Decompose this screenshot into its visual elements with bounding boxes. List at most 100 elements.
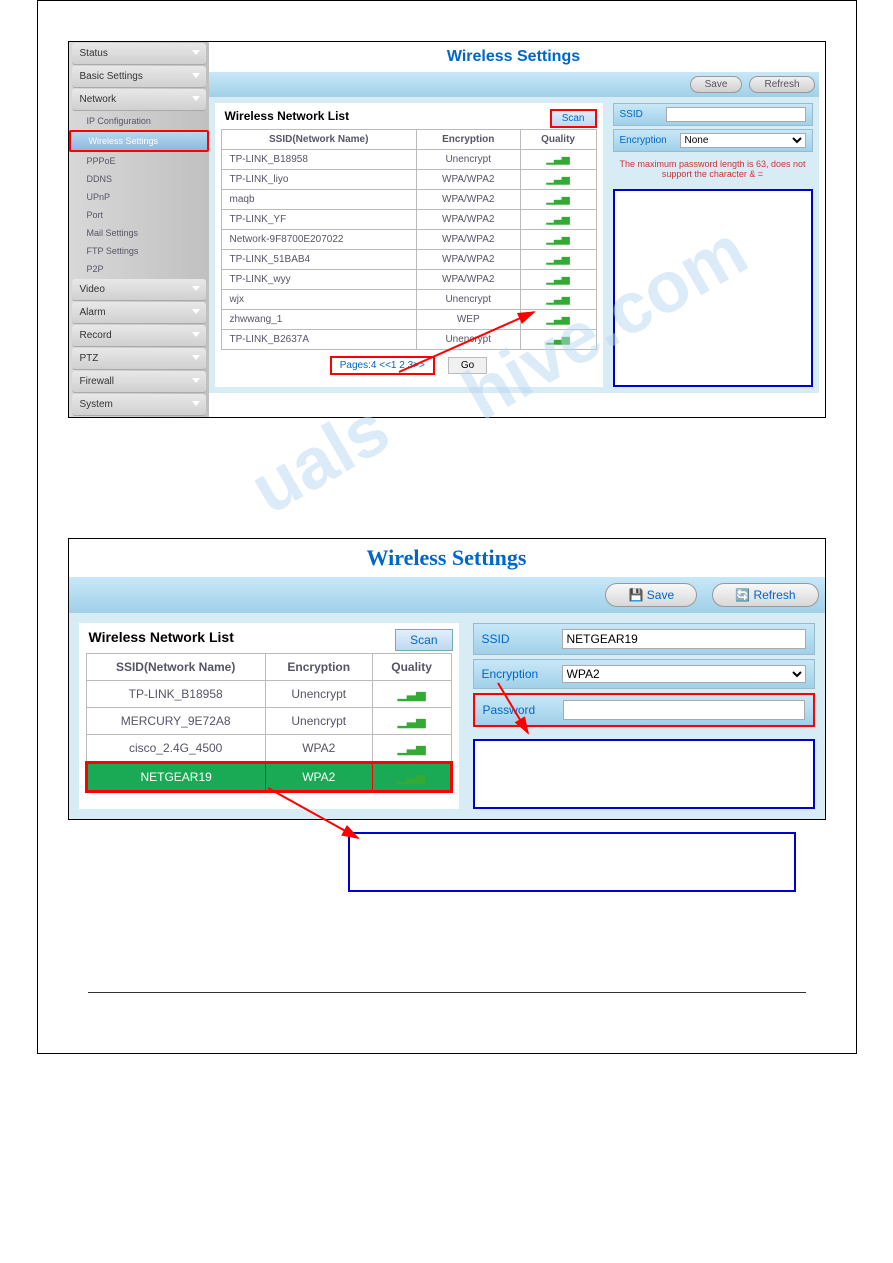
signal-icon: ▁▃▅	[398, 714, 426, 728]
sidebar-sub-port[interactable]: Port	[69, 206, 209, 224]
sidebar-item-record[interactable]: Record	[72, 325, 206, 347]
encryption-cell: Unencrypt	[265, 708, 372, 735]
table-row[interactable]: TP-LINK_B18958Unencrypt ▁▃▅	[221, 150, 596, 170]
encryption-select[interactable]: WPA2	[562, 665, 806, 683]
ssid-cell: cisco_2.4G_4500	[86, 735, 265, 763]
wireless-table: SSID(Network Name)EncryptionQuality TP-L…	[85, 653, 453, 793]
table-row[interactable]: NETGEAR19WPA2▁▃▅	[86, 763, 451, 792]
encryption-cell: WPA/WPA2	[416, 230, 520, 250]
signal-icon: ▁▃▅	[397, 770, 425, 784]
encryption-cell: WPA/WPA2	[416, 190, 520, 210]
encryption-cell: Unencrypt	[416, 290, 520, 310]
quality-cell: ▁▃▅	[372, 735, 451, 763]
signal-icon: ▁▃▅	[546, 274, 569, 285]
table-row[interactable]: TP-LINK_YFWPA/WPA2▁▃▅	[221, 210, 596, 230]
callout-box-below	[348, 832, 796, 892]
signal-icon: ▁▃▅	[398, 687, 426, 701]
config-panel: SSID Encryption None The maximum passwor…	[613, 103, 813, 387]
table-header: Quality	[520, 130, 596, 150]
password-label: Password	[483, 703, 563, 717]
encryption-cell: WPA/WPA2	[416, 170, 520, 190]
quality-cell: ▁▃▅	[520, 330, 596, 350]
encryption-cell: WPA2	[265, 735, 372, 763]
table-header: Quality	[372, 654, 451, 681]
table-row[interactable]: TP-LINK_B2637AUnencrypt▁▃▅	[221, 330, 596, 350]
encryption-cell: WPA2	[265, 763, 372, 792]
ssid-cell: TP-LINK_YF	[221, 210, 416, 230]
signal-icon: ▁▃▅	[546, 234, 569, 245]
ssid-cell: wjx	[221, 290, 416, 310]
signal-icon: ▁▃▅	[546, 334, 569, 345]
scan-button[interactable]: Scan	[550, 109, 597, 128]
save-button[interactable]: Save	[690, 76, 743, 93]
sidebar-sub-ftp-settings[interactable]: FTP Settings	[69, 242, 209, 260]
wireless-list-title: Wireless Network List	[85, 625, 238, 649]
page-title: Wireless Settings	[209, 42, 819, 72]
sidebar-item-network[interactable]: Network	[72, 89, 206, 111]
table-row[interactable]: TP-LINK_51BAB4WPA/WPA2▁▃▅	[221, 250, 596, 270]
encryption-cell: Unencrypt	[416, 330, 520, 350]
save-button[interactable]: 💾 Save	[605, 583, 697, 607]
table-row[interactable]: TP-LINK_liyoWPA/WPA2▁▃▅	[221, 170, 596, 190]
ssid-label: SSID	[482, 632, 562, 646]
table-row[interactable]: cisco_2.4G_4500WPA2▁▃▅	[86, 735, 451, 763]
ssid-cell: MERCURY_9E72A8	[86, 708, 265, 735]
sidebar-sub-upnp[interactable]: UPnP	[69, 188, 209, 206]
encryption-cell: Unencrypt	[416, 150, 520, 170]
signal-icon: ▁▃▅	[546, 154, 569, 165]
sidebar-item-status[interactable]: Status	[72, 43, 206, 65]
pages-text[interactable]: Pages:4 <<1 2 3>>	[330, 356, 435, 375]
go-button[interactable]: Go	[448, 357, 487, 374]
table-row[interactable]: TP-LINK_wyyWPA/WPA2▁▃▅	[221, 270, 596, 290]
scan-button[interactable]: Scan	[395, 629, 452, 651]
encryption-select[interactable]: None	[680, 133, 806, 148]
encryption-label: Encryption	[482, 667, 562, 681]
table-row[interactable]: Network-9F8700E207022WPA/WPA2▁▃▅	[221, 230, 596, 250]
sidebar-sub-ddns[interactable]: DDNS	[69, 170, 209, 188]
sidebar-item-alarm[interactable]: Alarm	[72, 302, 206, 324]
password-input[interactable]	[563, 700, 805, 720]
ssid-cell: maqb	[221, 190, 416, 210]
quality-cell: ▁▃▅	[520, 230, 596, 250]
sidebar-item-video[interactable]: Video	[72, 279, 206, 301]
quality-cell: ▁▃▅	[372, 708, 451, 735]
sidebar-sub-ip-configuration[interactable]: IP Configuration	[69, 112, 209, 130]
table-row[interactable]: maqbWPA/WPA2 ▁▃▅	[221, 190, 596, 210]
signal-icon: ▁▃▅	[546, 254, 569, 265]
encryption-cell: WPA/WPA2	[416, 270, 520, 290]
table-row[interactable]: TP-LINK_B18958Unencrypt▁▃▅	[86, 681, 451, 708]
toolbar: 💾 Save 🔄 Refresh	[69, 577, 825, 613]
sidebar-item-ptz[interactable]: PTZ	[72, 348, 206, 370]
sidebar-item-system[interactable]: System	[72, 394, 206, 416]
signal-icon: ▁▃▅	[546, 294, 569, 305]
ssid-input[interactable]	[666, 107, 806, 122]
quality-cell: ▁▃▅	[520, 190, 596, 210]
refresh-button[interactable]: Refresh	[749, 76, 814, 93]
ssid-input[interactable]	[562, 629, 806, 649]
table-header: Encryption	[416, 130, 520, 150]
encryption-cell: WEP	[416, 310, 520, 330]
footer-divider	[88, 992, 806, 993]
wireless-list-panel: Wireless Network List Scan SSID(Network …	[215, 103, 603, 387]
page-title: Wireless Settings	[69, 539, 825, 577]
sidebar-sub-p2p[interactable]: P2P	[69, 260, 209, 278]
sidebar-sub-mail-settings[interactable]: Mail Settings	[69, 224, 209, 242]
sidebar-sub-pppoe[interactable]: PPPoE	[69, 152, 209, 170]
screenshot-2: Wireless Settings 💾 Save 🔄 Refresh Wirel…	[68, 538, 826, 892]
signal-icon: ▁▃▅	[546, 194, 569, 205]
table-row[interactable]: wjxUnencrypt ▁▃▅	[221, 290, 596, 310]
sidebar-sub-wireless-settings[interactable]: Wireless Settings	[69, 130, 209, 152]
wireless-list-title: Wireless Network List	[221, 105, 354, 127]
refresh-button[interactable]: 🔄 Refresh	[712, 583, 818, 607]
table-row[interactable]: MERCURY_9E72A8Unencrypt ▁▃▅	[86, 708, 451, 735]
sidebar-item-basic-settings[interactable]: Basic Settings	[72, 66, 206, 88]
quality-cell: ▁▃▅	[520, 250, 596, 270]
pagination: Pages:4 <<1 2 3>> Go	[221, 350, 597, 381]
screenshot-1: hive.com StatusBasic SettingsNetworkIP C…	[68, 41, 826, 418]
ssid-cell: zhwwang_1	[221, 310, 416, 330]
sidebar-item-firewall[interactable]: Firewall	[72, 371, 206, 393]
table-row[interactable]: zhwwang_1WEP▁▃▅	[221, 310, 596, 330]
table-header: SSID(Network Name)	[221, 130, 416, 150]
quality-cell: ▁▃▅	[520, 270, 596, 290]
ssid-cell: TP-LINK_B18958	[221, 150, 416, 170]
